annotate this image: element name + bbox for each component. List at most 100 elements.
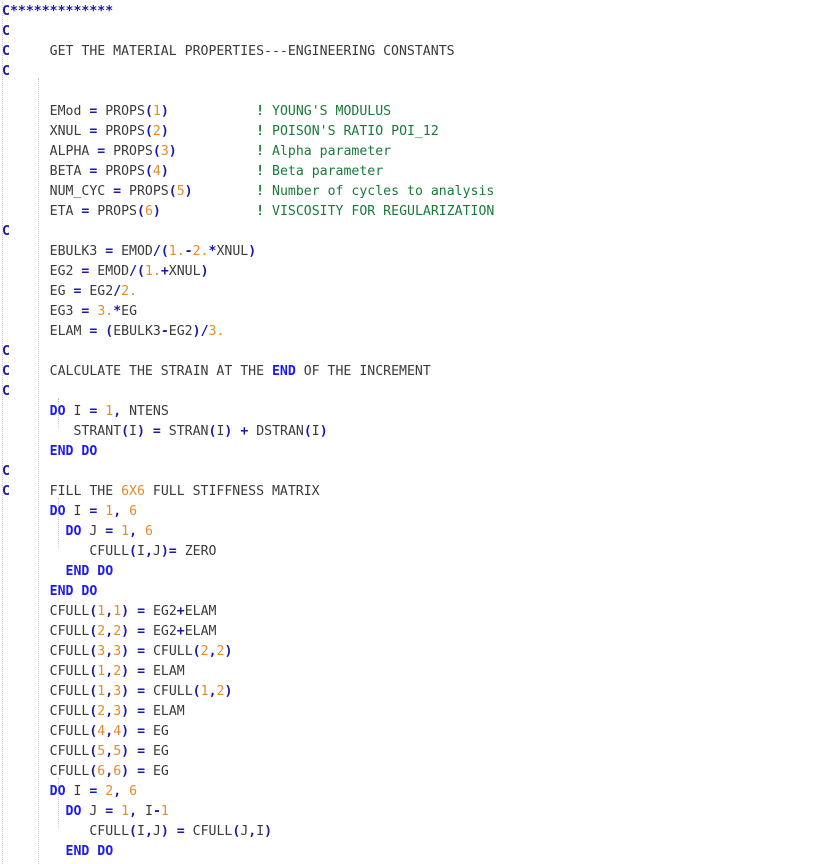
token-id: EMOD bbox=[113, 244, 153, 259]
token-id: ETA bbox=[2, 204, 82, 219]
code-line[interactable]: CFULL(1,3) = CFULL(1,2) bbox=[0, 682, 830, 702]
code-line[interactable]: CFULL(3,3) = CFULL(2,2) bbox=[0, 642, 830, 662]
code-line[interactable]: CFULL(1,2) = ELAM bbox=[0, 662, 830, 682]
code-line[interactable]: C CALCULATE THE STRAIN AT THE END OF THE… bbox=[0, 362, 830, 382]
code-line[interactable]: CFULL(2,3) = ELAM bbox=[0, 702, 830, 722]
code-line[interactable]: DO J = 1, 6 bbox=[0, 522, 830, 542]
code-line[interactable]: CFULL(I,J)= ZERO bbox=[0, 542, 830, 562]
token-id: J bbox=[81, 524, 106, 539]
code-line[interactable]: DO I = 1, 6 bbox=[0, 502, 830, 522]
code-line[interactable]: EG3 = 3.*EG bbox=[0, 302, 830, 322]
token-cmark: C bbox=[2, 344, 10, 359]
code-line[interactable]: END DO bbox=[0, 442, 830, 462]
token-op: )= bbox=[160, 544, 177, 559]
token-id: EG2 bbox=[145, 624, 177, 639]
token-num: 1 bbox=[152, 104, 161, 119]
token-id: CFULL bbox=[2, 664, 90, 679]
code-line[interactable]: NUM_CYC = PROPS(5) ! Number of cycles to… bbox=[0, 182, 830, 202]
code-line[interactable]: CFULL(I,J) = CFULL(J,I) bbox=[0, 822, 830, 842]
token-op: ) bbox=[168, 144, 177, 159]
token-id bbox=[2, 404, 50, 419]
token-id: J bbox=[152, 544, 161, 559]
code-line[interactable]: STRANT(I) = STRAN(I) + DSTRAN(I) bbox=[0, 422, 830, 442]
code-line[interactable]: ELAM = (EBULK3-EG2)/3. bbox=[0, 322, 830, 342]
token-op: ) bbox=[160, 124, 169, 139]
code-line[interactable]: CFULL(1,1) = EG2+ELAM bbox=[0, 602, 830, 622]
token-op: ( bbox=[144, 164, 153, 179]
token-id bbox=[177, 144, 256, 159]
code-line[interactable]: BETA = PROPS(4) ! Beta parameter bbox=[0, 162, 830, 182]
token-id bbox=[113, 804, 121, 819]
code-line[interactable]: C bbox=[0, 62, 830, 82]
token-id: I bbox=[137, 804, 153, 819]
token-id: STRANT bbox=[2, 424, 122, 439]
code-line[interactable]: EMod = PROPS(1) ! YOUNG'S MODULUS bbox=[0, 102, 830, 122]
code-line[interactable]: XNUL = PROPS(2) ! POISON'S RATIO POI_12 bbox=[0, 122, 830, 142]
token-id: EG2 bbox=[145, 604, 177, 619]
token-id: CFULL bbox=[2, 684, 90, 699]
code-line[interactable]: C bbox=[0, 382, 830, 402]
token-op: ) bbox=[224, 684, 233, 699]
token-cmark: C bbox=[2, 224, 10, 239]
token-ctext: FULL STIFFNESS MATRIX bbox=[144, 484, 320, 499]
code-line[interactable]: EBULK3 = EMOD/(1.-2.*XNUL) bbox=[0, 242, 830, 262]
token-op: - bbox=[152, 804, 161, 819]
token-id: CFULL bbox=[2, 704, 90, 719]
token-id: PROPS bbox=[97, 124, 145, 139]
code-line[interactable]: C FILL THE 6X6 FULL STIFFNESS MATRIX bbox=[0, 482, 830, 502]
code-line[interactable]: C bbox=[0, 342, 830, 362]
token-num: 6X6 bbox=[121, 484, 145, 499]
token-op: ) bbox=[224, 644, 233, 659]
token-kw: END bbox=[271, 364, 296, 379]
token-num: 1 bbox=[200, 684, 209, 699]
token-id: ZERO bbox=[176, 544, 217, 559]
code-line[interactable]: C bbox=[0, 462, 830, 482]
token-num: 4 bbox=[113, 724, 122, 739]
token-op: / bbox=[113, 284, 122, 299]
code-line[interactable]: EG2 = EMOD/(1.+XNUL) bbox=[0, 262, 830, 282]
code-line[interactable]: CFULL(4,4) = EG bbox=[0, 722, 830, 742]
code-line[interactable]: DO J = 1, I-1 bbox=[0, 802, 830, 822]
token-op: , bbox=[105, 664, 114, 679]
code-line[interactable]: C GET THE MATERIAL PROPERTIES---ENGINEER… bbox=[0, 42, 830, 62]
token-id bbox=[129, 664, 137, 679]
code-line[interactable]: EG = EG2/2. bbox=[0, 282, 830, 302]
token-num: 1 bbox=[160, 804, 169, 819]
code-line[interactable]: CFULL(5,5) = EG bbox=[0, 742, 830, 762]
token-bang: ! bbox=[256, 144, 265, 159]
token-id: I bbox=[65, 404, 90, 419]
code-line[interactable]: DO I = 2, 6 bbox=[0, 782, 830, 802]
code-line[interactable]: DO I = 1, NTENS bbox=[0, 402, 830, 422]
token-op: ( bbox=[144, 124, 153, 139]
code-line[interactable]: CFULL(2,2) = EG2+ELAM bbox=[0, 622, 830, 642]
token-id: CFULL bbox=[2, 764, 90, 779]
token-kw: DO bbox=[65, 524, 82, 539]
token-id bbox=[129, 704, 137, 719]
code-line[interactable]: C bbox=[0, 222, 830, 242]
code-line[interactable]: CFULL(6,6) = EG bbox=[0, 762, 830, 782]
token-kw: DO bbox=[49, 404, 66, 419]
token-id: J bbox=[81, 804, 106, 819]
code-line[interactable]: END DO bbox=[0, 582, 830, 602]
code-editor-view[interactable]: C************* C C GET THE MATERIAL PROPER… bbox=[0, 0, 830, 864]
code-line[interactable]: END DO bbox=[0, 562, 830, 582]
token-op: = bbox=[137, 724, 146, 739]
code-line[interactable]: END DO bbox=[0, 842, 830, 862]
token-id: ELAM bbox=[184, 624, 217, 639]
token-op: = bbox=[152, 424, 161, 439]
token-num: 4 bbox=[152, 164, 161, 179]
token-ctext: FILL THE bbox=[9, 484, 122, 499]
code-line[interactable]: ETA = PROPS(6) ! VISCOSITY FOR REGULARIZ… bbox=[0, 202, 830, 222]
token-id bbox=[129, 624, 137, 639]
token-cmark: C bbox=[2, 384, 10, 399]
token-id bbox=[2, 564, 66, 579]
token-id: EG2 bbox=[2, 264, 82, 279]
token-op: ) bbox=[121, 624, 130, 639]
code-line[interactable]: C************* bbox=[0, 2, 830, 22]
code-line[interactable] bbox=[0, 82, 830, 102]
code-line[interactable]: ALPHA = PROPS(3) ! Alpha parameter bbox=[0, 142, 830, 162]
token-op: ) bbox=[121, 684, 130, 699]
token-op: )/ bbox=[192, 324, 209, 339]
code-line[interactable]: C bbox=[0, 22, 830, 42]
code-area[interactable]: C************* C C GET THE MATERIAL PROPER… bbox=[0, 0, 830, 864]
